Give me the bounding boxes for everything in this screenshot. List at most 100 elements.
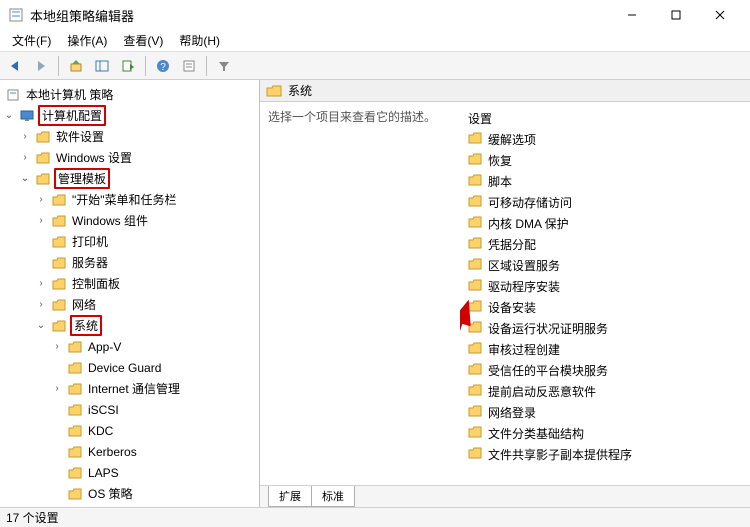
tree-item[interactable]: › "开始"菜单和任务栏 [0,189,259,210]
minimize-button[interactable] [610,0,654,30]
chevron-right-icon[interactable]: › [50,382,64,396]
up-button[interactable] [65,55,87,77]
tree-item[interactable]: KDC [0,420,259,441]
close-button[interactable] [698,0,742,30]
tree-item[interactable]: 服务器 [0,252,259,273]
folder-icon [468,342,482,357]
list-item[interactable]: 内核 DMA 保护 [464,213,746,234]
tree-label: OS 策略 [86,484,135,503]
tree-item[interactable]: ›Windows 组件 [0,210,259,231]
folder-icon [51,277,67,291]
list-item[interactable]: 文件共享影子副本提供程序 [464,444,746,465]
chevron-right-icon[interactable]: › [34,214,48,228]
list-item[interactable]: 凭据分配 [464,234,746,255]
export-list-button[interactable] [117,55,139,77]
back-button[interactable] [4,55,26,77]
menu-action[interactable]: 操作(A) [59,30,115,51]
tree-software-settings[interactable]: › 软件设置 [0,126,259,147]
folder-icon [468,237,482,252]
tree-item[interactable]: ›Internet 通信管理 [0,378,259,399]
list-item[interactable]: 网络登录 [464,402,746,423]
description-text: 选择一个项目来查看它的描述。 [268,110,436,124]
folder-icon [51,193,67,207]
tree-item[interactable]: OS 策略 [0,483,259,504]
tree-computer-config[interactable]: ⌄ 计算机配置 [0,105,259,126]
tree-item[interactable]: Kerberos [0,441,259,462]
list-item[interactable]: 区域设置服务 [464,255,746,276]
tree-item[interactable]: › 控制面板 [0,273,259,294]
list-item[interactable]: 缓解选项 [464,129,746,150]
chevron-down-icon[interactable]: ⌄ [18,172,32,186]
tree-pane[interactable]: 本地计算机 策略 ⌄ 计算机配置 › 软件设置 › Windows 设置 ⌄ 管… [0,80,260,507]
chevron-right-icon[interactable]: › [18,151,32,165]
tree-item[interactable]: ›网络 [0,294,259,315]
item-label: 网络登录 [488,404,536,421]
chevron-down-icon[interactable]: ⌄ [34,319,48,333]
list-item[interactable]: 驱动程序安装 [464,276,746,297]
list-item[interactable]: 受信任的平台模块服务 [464,360,746,381]
tree-item[interactable]: 打印机 [0,231,259,252]
chevron-right-icon[interactable]: › [34,193,48,207]
tree-label: iSCSI [86,402,121,418]
tree-label: Device Guard [86,360,163,376]
list-item[interactable]: 提前启动反恶意软件 [464,381,746,402]
window-title: 本地组策略编辑器 [30,6,610,25]
list-item[interactable]: 可移动存储访问 [464,192,746,213]
item-label: 审核过程创建 [488,341,560,358]
menu-file[interactable]: 文件(F) [4,30,59,51]
chevron-right-icon[interactable]: › [18,130,32,144]
tree-label: "开始"菜单和任务栏 [70,190,179,209]
tree-label: 控制面板 [70,274,122,293]
item-label: 设备安装 [488,299,536,316]
list-item[interactable]: 设备安装 [464,297,746,318]
items-column[interactable]: 设置 缓解选项恢复脚本可移动存储访问内核 DMA 保护凭据分配区域设置服务驱动程… [460,102,750,485]
tree-item[interactable]: Device Guard [0,357,259,378]
list-item[interactable]: 审核过程创建 [464,339,746,360]
folder-icon [468,384,482,399]
chevron-right-icon[interactable]: › [34,277,48,291]
filter-button[interactable] [213,55,235,77]
tree-system[interactable]: ⌄系统 [0,315,259,336]
folder-icon [51,298,67,312]
list-item[interactable]: 文件分类基础结构 [464,423,746,444]
toolbar-separator [206,56,207,76]
list-item[interactable]: 恢复 [464,150,746,171]
tree-item[interactable]: LAPS [0,462,259,483]
tree-root[interactable]: 本地计算机 策略 [0,84,259,105]
tree-windows-settings[interactable]: › Windows 设置 [0,147,259,168]
tree-label: App-V [86,339,123,355]
tree-label: Windows 设置 [54,148,134,167]
folder-icon [468,195,482,210]
folder-icon [468,132,482,147]
tree-label: LAPS [86,465,121,481]
tree-item[interactable]: › App-V [0,336,259,357]
toolbar: ? [0,52,750,80]
show-hide-tree-button[interactable] [91,55,113,77]
menu-help[interactable]: 帮助(H) [171,30,228,51]
folder-icon [468,279,482,294]
view-tabs: 扩展 标准 [260,485,750,507]
tree-admin-templates[interactable]: ⌄ 管理模板 [0,168,259,189]
status-text: 17 个设置 [6,509,59,526]
tab-extended[interactable]: 扩展 [268,486,312,507]
maximize-button[interactable] [654,0,698,30]
app-icon [8,7,24,23]
tree-label: 打印机 [70,232,110,251]
properties-button[interactable] [178,55,200,77]
item-label: 缓解选项 [488,131,536,148]
tree-item[interactable]: iSCSI [0,399,259,420]
list-item[interactable]: 设备运行状况证明服务 [464,318,746,339]
chevron-down-icon[interactable]: ⌄ [2,109,16,123]
tree-label: 服务器 [70,253,110,272]
chevron-right-icon[interactable]: › [50,340,64,354]
help-button[interactable]: ? [152,55,174,77]
list-item[interactable]: 脚本 [464,171,746,192]
menu-view[interactable]: 查看(V) [115,30,171,51]
item-label: 设备运行状况证明服务 [488,320,608,337]
tab-standard[interactable]: 标准 [311,486,355,507]
forward-button[interactable] [30,55,52,77]
folder-icon [35,151,51,165]
folder-icon [35,130,51,144]
chevron-right-icon[interactable]: › [34,298,48,312]
policy-icon [5,88,21,102]
